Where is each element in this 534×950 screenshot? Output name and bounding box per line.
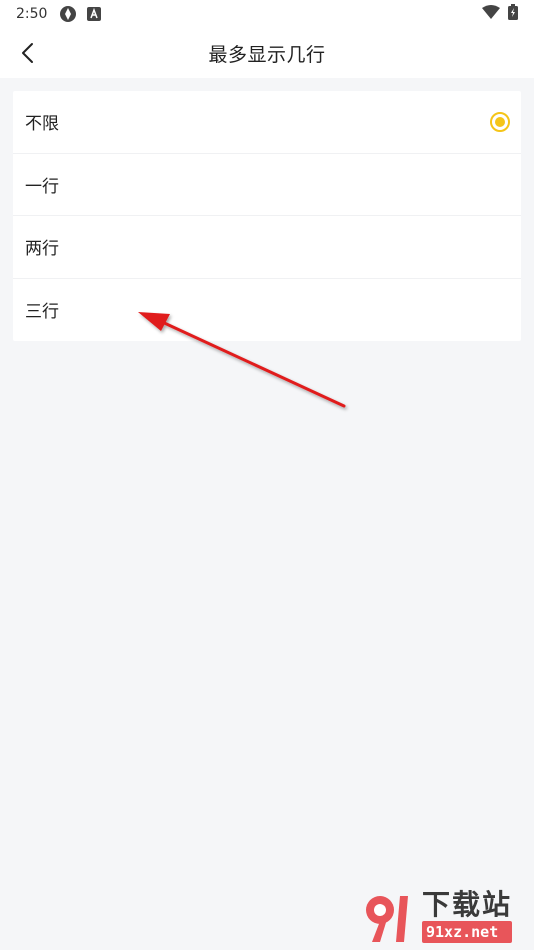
page-title: 最多显示几行 (208, 43, 326, 66)
radio-selected-icon (490, 111, 510, 132)
option-one-line[interactable]: 一行 (13, 154, 521, 216)
app-bar: 最多显示几行 (0, 28, 534, 78)
option-label: 两行 (25, 239, 59, 260)
options-list: 不限 一行 两行 三行 (13, 91, 521, 341)
status-right-group (482, 4, 518, 24)
a-badge-icon (87, 7, 102, 21)
option-label: 三行 (25, 302, 59, 323)
chevron-left-icon (22, 43, 33, 63)
option-two-lines[interactable]: 两行 (13, 216, 521, 279)
watermark-title: 下载站 (422, 888, 513, 921)
option-three-lines[interactable]: 三行 (13, 279, 521, 342)
battery-charging-icon (508, 4, 518, 24)
back-button[interactable] (12, 36, 46, 70)
watermark-subtitle: 91xz.net (422, 921, 513, 943)
option-label: 不限 (25, 114, 59, 135)
wifi-icon (482, 5, 500, 23)
watermark-text: 下载站 91xz.net (422, 888, 513, 943)
screen: 2:50 最多显示几行 不限 一行 两行 三行 下载站 91xz.net (0, 0, 534, 950)
watermark: 下载站 91xz.net (358, 886, 528, 946)
status-bar: 2:50 (0, 0, 534, 28)
91-logo-icon (366, 896, 408, 942)
sync-icon (59, 5, 77, 23)
option-unlimited[interactable]: 不限 (13, 91, 521, 154)
status-time: 2:50 (16, 6, 48, 22)
option-label: 一行 (25, 176, 59, 197)
